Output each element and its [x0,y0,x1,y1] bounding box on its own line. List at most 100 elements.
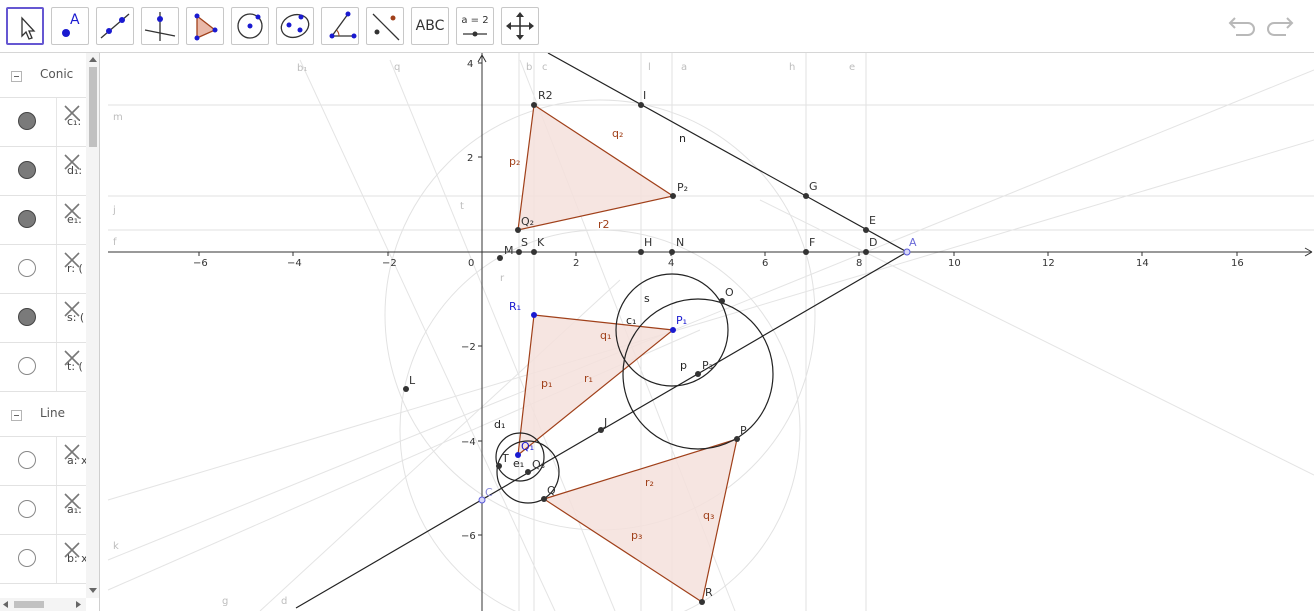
visibility-toggle-icon[interactable] [18,210,36,228]
algebra-row[interactable]: a₁: [0,486,86,535]
faint-label: m [113,112,123,123]
delete-icon[interactable] [62,540,82,560]
reflect-tool-button[interactable] [366,7,404,45]
algebra-row[interactable]: s: ( [0,294,86,343]
label-a: A [909,236,917,249]
label-c1-circle: c₁ [626,314,636,327]
group-header-conic[interactable]: Conic [0,53,86,98]
scroll-down-icon [89,588,97,593]
faint-label: e [849,62,855,73]
algebra-horizontal-scrollbar[interactable] [0,598,86,611]
text-tool-label: ABC [415,18,445,34]
label-n: N [676,236,684,249]
point-n [669,249,675,255]
visibility-toggle-icon[interactable] [18,451,36,469]
toolbar: A ABC a = 2 [0,0,1314,53]
collapse-conic-icon[interactable] [11,71,22,82]
reflect-icon [372,13,400,41]
polygon-icon [194,13,218,41]
point-p2 [670,193,676,199]
move-tool-button[interactable] [6,7,44,45]
faint-label: r [500,273,505,284]
label-k: K [537,236,545,249]
label-q1-segment: q₁ [600,329,611,342]
algebra-row[interactable]: d₁: [0,147,86,196]
x-tick-label: 4 [668,258,674,269]
point-a [903,248,911,256]
slider-tool-button[interactable]: a = 2 [456,7,494,45]
label-q3-segment: q₃ [703,509,714,522]
scroll-up-icon [89,57,97,62]
visibility-toggle-icon[interactable] [18,161,36,179]
algebra-vertical-scrollbar[interactable] [86,53,99,598]
ellipse-tool-button[interactable] [276,7,314,45]
circle-tool-button[interactable] [231,7,269,45]
ellipse-icon [280,13,310,39]
angle-tool-button[interactable] [321,7,359,45]
label-g: G [809,180,818,193]
x-tick-label: 14 [1136,258,1149,269]
point-f [803,249,809,255]
algebra-row[interactable]: b: x [0,535,86,584]
redo-button[interactable] [1264,12,1296,40]
graphics-view[interactable]: −6 −4 −2 0 2 4 6 8 10 12 14 16 4 2 −2 −4… [100,53,1314,611]
visibility-toggle-icon[interactable] [18,112,36,130]
label-p3: P₃ [702,359,713,372]
triangles[interactable] [517,103,738,603]
faint-label: j [112,205,116,216]
label-p3-segment: p₃ [631,529,642,542]
delete-icon[interactable] [62,491,82,511]
algebra-row[interactable]: e₁: [0,196,86,245]
label-q2-segment: q₂ [612,127,623,140]
perpendicular-line-tool-button[interactable] [141,7,179,45]
point-tool-button[interactable]: A [51,7,89,45]
x-tick-label: −2 [382,258,397,269]
line-tool-button[interactable] [96,7,134,45]
graphics-canvas[interactable]: −6 −4 −2 0 2 4 6 8 10 12 14 16 4 2 −2 −4… [100,53,1314,611]
label-e1-circle: e₁ [513,457,524,470]
visibility-toggle-icon[interactable] [18,549,36,567]
label-m: M [504,244,514,257]
polygon-tool-button[interactable] [186,7,224,45]
delete-icon[interactable] [62,442,82,462]
label-e: E [869,214,876,227]
collapse-line-icon[interactable] [11,410,22,421]
algebra-row[interactable]: c₁: [0,98,86,147]
circle-icon [237,13,263,39]
delete-icon[interactable] [62,250,82,270]
algebra-row[interactable]: r: ( [0,245,86,294]
faint-label: t [460,201,464,212]
scroll-left-icon [3,601,8,608]
point-q3 [525,469,531,475]
visibility-toggle-icon[interactable] [18,357,36,375]
undo-icon [1228,17,1255,36]
delete-icon[interactable] [62,201,82,221]
faint-label: d [281,596,287,607]
visibility-toggle-icon[interactable] [18,500,36,518]
visibility-toggle-icon[interactable] [18,308,36,326]
faint-label: l [648,62,651,73]
y-tick-label: 2 [467,153,473,164]
delete-icon[interactable] [62,299,82,319]
move-graphics-tool-button[interactable] [501,7,539,45]
label-d: D [869,236,877,249]
visibility-toggle-icon[interactable] [18,259,36,277]
delete-icon[interactable] [62,152,82,172]
faint-label: a [681,62,687,73]
delete-icon[interactable] [62,103,82,123]
point-g [803,193,809,199]
hidden-horizontal-lines [108,104,1314,231]
point-h [638,249,644,255]
algebra-row[interactable]: t: ( [0,343,86,392]
y-axis-tick-labels: 4 2 −2 −4 −6 [461,59,476,542]
label-o: O [725,286,734,299]
text-tool-button[interactable]: ABC [411,7,449,45]
delete-icon[interactable] [62,348,82,368]
undo-button[interactable] [1226,12,1258,40]
label-c: C [485,486,493,499]
x-tick-label: −6 [193,258,208,269]
group-header-line[interactable]: Line [0,392,86,437]
faint-label: f [113,237,117,248]
label-q3: Q₃ [532,458,545,471]
algebra-row[interactable]: a: x [0,437,86,486]
